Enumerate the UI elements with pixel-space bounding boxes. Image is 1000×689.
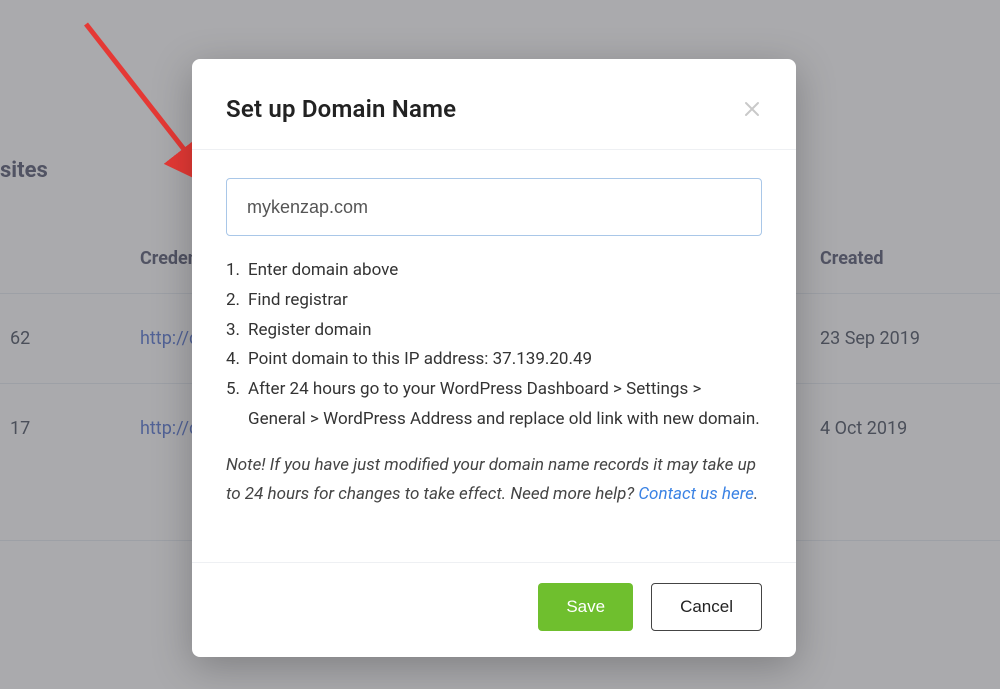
step-item: 1.Enter domain above (226, 256, 762, 286)
step-item: 3.Register domain (226, 316, 762, 346)
cancel-button[interactable]: Cancel (651, 583, 762, 631)
step-text: Register domain (248, 316, 762, 346)
modal-title: Set up Domain Name (226, 95, 456, 123)
note-text: Note! If you have just modified your dom… (226, 451, 762, 511)
domain-input[interactable] (226, 178, 762, 236)
save-button[interactable]: Save (538, 583, 633, 631)
step-item: 2.Find registrar (226, 286, 762, 316)
step-text: Point domain to this IP address: 37.139.… (248, 345, 762, 375)
step-item: 5.After 24 hours go to your WordPress Da… (226, 375, 762, 435)
step-text: Find registrar (248, 286, 762, 316)
step-item: 4.Point domain to this IP address: 37.13… (226, 345, 762, 375)
modal-body: 1.Enter domain above 2.Find registrar 3.… (192, 150, 796, 562)
close-icon[interactable] (742, 99, 762, 119)
step-text: Enter domain above (248, 256, 762, 286)
modal-footer: Save Cancel (192, 562, 796, 657)
steps-list: 1.Enter domain above 2.Find registrar 3.… (226, 256, 762, 435)
setup-domain-modal: Set up Domain Name 1.Enter domain above … (192, 59, 796, 657)
step-text: After 24 hours go to your WordPress Dash… (248, 375, 762, 435)
modal-header: Set up Domain Name (192, 59, 796, 150)
note-suffix: . (754, 484, 758, 504)
contact-link[interactable]: Contact us here (638, 484, 754, 504)
